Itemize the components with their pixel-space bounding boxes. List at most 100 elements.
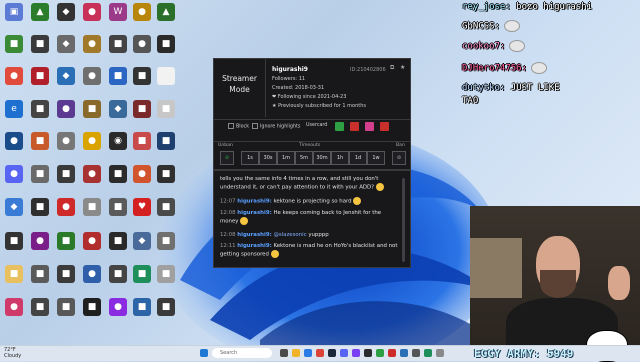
ignore-highlights-checkbox[interactable]: Ignore highlights — [252, 123, 300, 130]
warn-badge-icon[interactable] — [380, 122, 389, 131]
desktop-shortcut-icon[interactable]: ● — [132, 3, 152, 31]
desktop-shortcut-icon[interactable]: ■ — [56, 265, 76, 293]
desktop-shortcut-icon[interactable]: ■ — [132, 100, 152, 128]
copy-icon[interactable]: ⧉ — [390, 65, 396, 71]
desktop-shortcut-icon[interactable]: ◆ — [4, 198, 24, 226]
vip-badge-icon[interactable] — [350, 122, 359, 131]
timeout-1s-button[interactable]: 1s — [241, 151, 259, 165]
desktop-shortcut-icon[interactable]: ● — [30, 232, 50, 260]
desktop-shortcut-icon[interactable] — [156, 67, 176, 95]
desktop-shortcut-icon[interactable]: ● — [82, 35, 102, 63]
desktop-shortcut-icon[interactable]: ◆ — [56, 67, 76, 95]
desktop-shortcut-icon[interactable]: ◉ — [108, 132, 128, 160]
usercard-link[interactable]: Usercard — [306, 123, 327, 128]
card-username[interactable]: higurashi9 — [272, 66, 308, 73]
timeout-5m-button[interactable]: 5m — [295, 151, 313, 165]
desktop-shortcut-icon[interactable]: ■ — [156, 132, 176, 160]
app-icon[interactable] — [424, 349, 432, 357]
desktop-shortcut-icon[interactable]: ● — [56, 100, 76, 128]
message-username[interactable]: higurashi9: — [237, 210, 271, 216]
desktop-shortcut-icon[interactable]: ■ — [156, 100, 176, 128]
desktop-shortcut-icon[interactable]: ● — [4, 165, 24, 193]
taskbar-search[interactable]: Search — [212, 348, 272, 358]
desktop-shortcut-icon[interactable]: ■ — [4, 232, 24, 260]
desktop-shortcut-icon[interactable]: ● — [56, 198, 76, 226]
desktop-shortcut-icon[interactable]: ■ — [132, 298, 152, 326]
desktop-shortcut-icon[interactable]: ■ — [56, 165, 76, 193]
desktop-shortcut-icon[interactable]: ■ — [56, 232, 76, 260]
pin-icon[interactable]: ★ — [400, 65, 406, 71]
task-view-icon[interactable] — [280, 349, 288, 357]
desktop-shortcut-icon[interactable]: ■ — [30, 67, 50, 95]
unban-button[interactable]: ⊘ — [220, 151, 234, 165]
desktop-shortcut-icon[interactable]: ● — [132, 35, 152, 63]
desktop-shortcut-icon[interactable]: ● — [82, 67, 102, 95]
desktop-shortcut-icon[interactable]: ● — [82, 165, 102, 193]
desktop-shortcut-icon[interactable]: ● — [4, 132, 24, 160]
desktop-shortcut-icon[interactable]: ■ — [156, 232, 176, 260]
desktop-shortcut-icon[interactable]: ■ — [4, 35, 24, 63]
desktop-shortcut-icon[interactable]: ■ — [108, 265, 128, 293]
mod-badge-icon[interactable] — [335, 122, 344, 131]
desktop-shortcut-icon[interactable]: ● — [82, 232, 102, 260]
explorer-icon[interactable] — [292, 349, 300, 357]
desktop-shortcut-icon[interactable]: ◆ — [108, 100, 128, 128]
obs-icon[interactable] — [364, 349, 372, 357]
message-username[interactable]: higurashi9: — [237, 199, 271, 205]
desktop-shortcut-icon[interactable]: ■ — [108, 165, 128, 193]
desktop-shortcut-icon[interactable]: ■ — [82, 198, 102, 226]
desktop-shortcut-icon[interactable]: ■ — [82, 298, 102, 326]
start-icon[interactable] — [200, 349, 208, 357]
desktop-shortcut-icon[interactable]: ◆ — [56, 3, 76, 31]
twitch-icon[interactable] — [352, 349, 360, 357]
app-icon[interactable] — [376, 349, 384, 357]
desktop-shortcut-icon[interactable]: ● — [82, 3, 102, 31]
desktop-shortcut-icon[interactable]: ■ — [30, 165, 50, 193]
desktop-shortcut-icon[interactable]: ▣ — [4, 3, 24, 31]
desktop-shortcut-icon[interactable]: ■ — [82, 100, 102, 128]
weather-widget[interactable]: 72°F Cloudy — [4, 347, 21, 359]
app-icon[interactable] — [388, 349, 396, 357]
timeout-1d-button[interactable]: 1d — [349, 151, 367, 165]
desktop-shortcut-icon[interactable]: ▲ — [30, 3, 50, 31]
desktop-shortcut-icon[interactable]: ■ — [156, 265, 176, 293]
desktop-shortcut-icon[interactable]: ♥ — [132, 198, 152, 226]
desktop-shortcut-icon[interactable]: ■ — [108, 67, 128, 95]
desktop-shortcut-icon[interactable]: e — [4, 100, 24, 128]
desktop-shortcut-icon[interactable]: ■ — [108, 198, 128, 226]
chat-scrollbar[interactable] — [402, 178, 405, 262]
desktop-shortcut-icon[interactable]: ● — [82, 132, 102, 160]
desktop-shortcut-icon[interactable]: ● — [56, 132, 76, 160]
desktop-shortcut-icon[interactable]: ■ — [156, 35, 176, 63]
message-mention[interactable]: @slazesonic — [273, 232, 306, 238]
desktop-shortcut-icon[interactable]: ● — [4, 298, 24, 326]
desktop-shortcut-icon[interactable]: ■ — [30, 100, 50, 128]
desktop-shortcut-icon[interactable]: ■ — [156, 165, 176, 193]
edge-icon[interactable] — [304, 349, 312, 357]
timeout-1m-button[interactable]: 1m — [277, 151, 295, 165]
desktop-shortcut-icon[interactable]: ■ — [30, 132, 50, 160]
desktop-shortcut-icon[interactable]: ■ — [108, 232, 128, 260]
timeout-1h-button[interactable]: 1h — [331, 151, 349, 165]
desktop-shortcut-icon[interactable]: W — [108, 3, 128, 31]
desktop-shortcut-icon[interactable]: ▲ — [156, 3, 176, 31]
block-checkbox[interactable]: Block — [228, 123, 249, 130]
timeout-30m-button[interactable]: 30m — [313, 151, 331, 165]
app-icon[interactable] — [436, 349, 444, 357]
desktop-shortcut-icon[interactable]: ■ — [56, 298, 76, 326]
desktop-shortcut-icon[interactable]: ■ — [132, 265, 152, 293]
desktop-shortcut-icon[interactable]: ■ — [108, 35, 128, 63]
desktop-shortcut-icon[interactable]: ■ — [30, 265, 50, 293]
desktop-shortcut-icon[interactable]: ■ — [156, 198, 176, 226]
desktop-shortcut-icon[interactable]: ■ — [30, 298, 50, 326]
steam-icon[interactable] — [328, 349, 336, 357]
timeout-1w-button[interactable]: 1w — [367, 151, 385, 165]
desktop-shortcut-icon[interactable]: ◆ — [56, 35, 76, 63]
desktop-shortcut-icon[interactable]: ■ — [132, 67, 152, 95]
ban-button[interactable]: ⊘ — [392, 151, 406, 165]
message-username[interactable]: higurashi9: — [237, 243, 271, 249]
desktop-shortcut-icon[interactable]: ■ — [156, 298, 176, 326]
desktop-shortcut-icon[interactable]: ● — [82, 265, 102, 293]
discord-icon[interactable] — [340, 349, 348, 357]
desktop-shortcut-icon[interactable]: ■ — [4, 265, 24, 293]
